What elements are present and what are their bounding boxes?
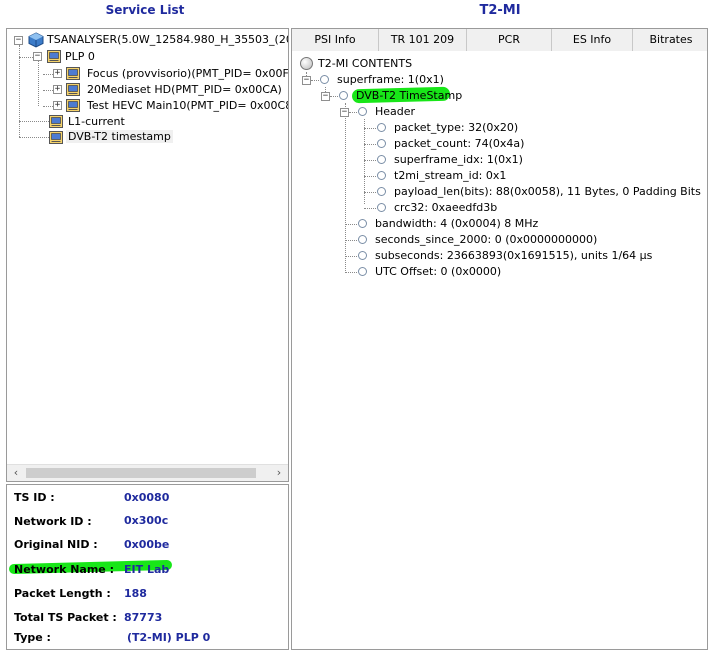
tree-l1-current[interactable]: L1-current	[68, 115, 125, 128]
packet-count-field[interactable]: packet_count: 74(0x4a)	[394, 137, 524, 150]
superframe-label[interactable]: superframe: 1(0x1)	[337, 73, 444, 86]
t2mi-title: T2-MI	[479, 3, 521, 18]
node-circle-icon	[377, 123, 386, 132]
node-circle-icon	[320, 75, 329, 84]
tree-root-label[interactable]: TSANALYSER(5.0W_12584.980_H_35503_(2022-	[47, 33, 288, 46]
network-id-value: 0x300c	[124, 514, 169, 527]
superframe-collapse-toggle[interactable]: −	[302, 76, 311, 85]
node-circle-icon	[358, 107, 367, 116]
tv-screen-icon	[66, 99, 80, 112]
node-circle-icon	[358, 219, 367, 228]
network-name-value: EIT Lab	[124, 563, 170, 576]
node-circle-icon	[358, 267, 367, 276]
dvb-t2-timestamp-node[interactable]: DVB-T2 TimeStamp	[356, 89, 462, 102]
tree-horizontal-scrollbar[interactable]: ‹ ›	[7, 464, 288, 481]
packet-type-field[interactable]: packet_type: 32(0x20)	[394, 121, 518, 134]
cube-icon	[28, 32, 44, 48]
tree-service-2[interactable]: 20Mediaset HD(PMT_PID= 0x00CA)	[87, 83, 282, 96]
tv-screen-icon	[49, 115, 63, 128]
header-collapse-toggle[interactable]: −	[340, 108, 349, 117]
node-circle-icon	[339, 91, 348, 100]
bandwidth-field[interactable]: bandwidth: 4 (0x0004) 8 MHz	[375, 217, 538, 230]
header-node[interactable]: Header	[375, 105, 415, 118]
original-nid-value: 0x00be	[124, 538, 170, 551]
subseconds-field[interactable]: subseconds: 23663893(0x1691515), units 1…	[375, 249, 652, 262]
tree-dvb-t2-timestamp[interactable]: DVB-T2 timestamp	[66, 130, 173, 143]
service-list-title: Service List	[105, 3, 185, 17]
node-circle-icon	[358, 235, 367, 244]
service-expand-toggle-2[interactable]: +	[53, 85, 62, 94]
service-expand-toggle-1[interactable]: +	[53, 69, 62, 78]
t2mi-contents-label[interactable]: T2-MI CONTENTS	[318, 57, 412, 70]
root-collapse-toggle[interactable]: −	[14, 36, 23, 45]
node-circle-icon	[377, 187, 386, 196]
scroll-left-icon[interactable]: ‹	[8, 465, 24, 481]
timestamp-collapse-toggle[interactable]: −	[321, 92, 330, 101]
tv-screen-icon	[49, 131, 63, 144]
scroll-right-icon[interactable]: ›	[271, 465, 287, 481]
packet-length-value: 188	[124, 587, 147, 600]
original-nid-label: Original NID :	[14, 538, 98, 551]
crc32-field[interactable]: crc32: 0xaeedfd3b	[394, 201, 497, 214]
tab-es-info[interactable]: ES Info	[552, 29, 633, 51]
node-circle-icon	[377, 155, 386, 164]
payload-len-field[interactable]: payload_len(bits): 88(0x0058), 11 Bytes,…	[394, 185, 701, 198]
service-tree[interactable]: − TSANALYSER(5.0W_12584.980_H_35503_(202…	[6, 28, 289, 482]
total-ts-packet-value: 87773	[124, 611, 163, 624]
total-ts-packet-label: Total TS Packet :	[14, 611, 117, 624]
network-id-label: Network ID :	[14, 515, 92, 528]
node-circle-icon	[358, 251, 367, 260]
service-expand-toggle-3[interactable]: +	[53, 101, 62, 110]
node-circle-icon	[377, 139, 386, 148]
type-label: Type :	[14, 631, 51, 644]
tab-psi-info[interactable]: PSI Info	[292, 29, 379, 51]
t2mi-stream-id-field[interactable]: t2mi_stream_id: 0x1	[394, 169, 506, 182]
ts-id-label: TS ID :	[14, 491, 55, 504]
plp-collapse-toggle[interactable]: −	[33, 52, 42, 61]
node-circle-icon	[377, 171, 386, 180]
seconds-since-2000-field[interactable]: seconds_since_2000: 0 (0x0000000000)	[375, 233, 597, 246]
tab-pcr[interactable]: PCR	[467, 29, 552, 51]
stream-info-panel: TS ID : 0x0080 Network ID : 0x300c Origi…	[6, 484, 289, 650]
tree-service-1[interactable]: Focus (provvisorio)(PMT_PID= 0x00FD)	[87, 67, 288, 80]
scrollbar-thumb[interactable]	[26, 468, 256, 478]
utc-offset-field[interactable]: UTC Offset: 0 (0x0000)	[375, 265, 501, 278]
ts-id-value: 0x0080	[124, 491, 170, 504]
tv-screen-icon	[47, 50, 61, 63]
type-value: (T2-MI) PLP 0	[127, 631, 211, 644]
tree-plp-label[interactable]: PLP 0	[65, 50, 95, 63]
tv-screen-icon	[66, 83, 80, 96]
tab-bar: PSI Info TR 101 209 PCR ES Info Bitrates	[292, 29, 707, 51]
tree-service-3[interactable]: Test HEVC Main10(PMT_PID= 0x00C8)	[87, 99, 288, 112]
node-circle-icon	[377, 203, 386, 212]
superframe-idx-field[interactable]: superframe_idx: 1(0x1)	[394, 153, 523, 166]
t2mi-panel: PSI Info TR 101 209 PCR ES Info Bitrates…	[291, 28, 708, 650]
root-node-icon	[300, 57, 313, 70]
tab-tr-101-209[interactable]: TR 101 209	[379, 29, 467, 51]
packet-length-label: Packet Length :	[14, 587, 111, 600]
tab-bitrates[interactable]: Bitrates	[633, 29, 707, 51]
tv-screen-icon	[66, 67, 80, 80]
network-name-label: Network Name :	[14, 563, 114, 576]
